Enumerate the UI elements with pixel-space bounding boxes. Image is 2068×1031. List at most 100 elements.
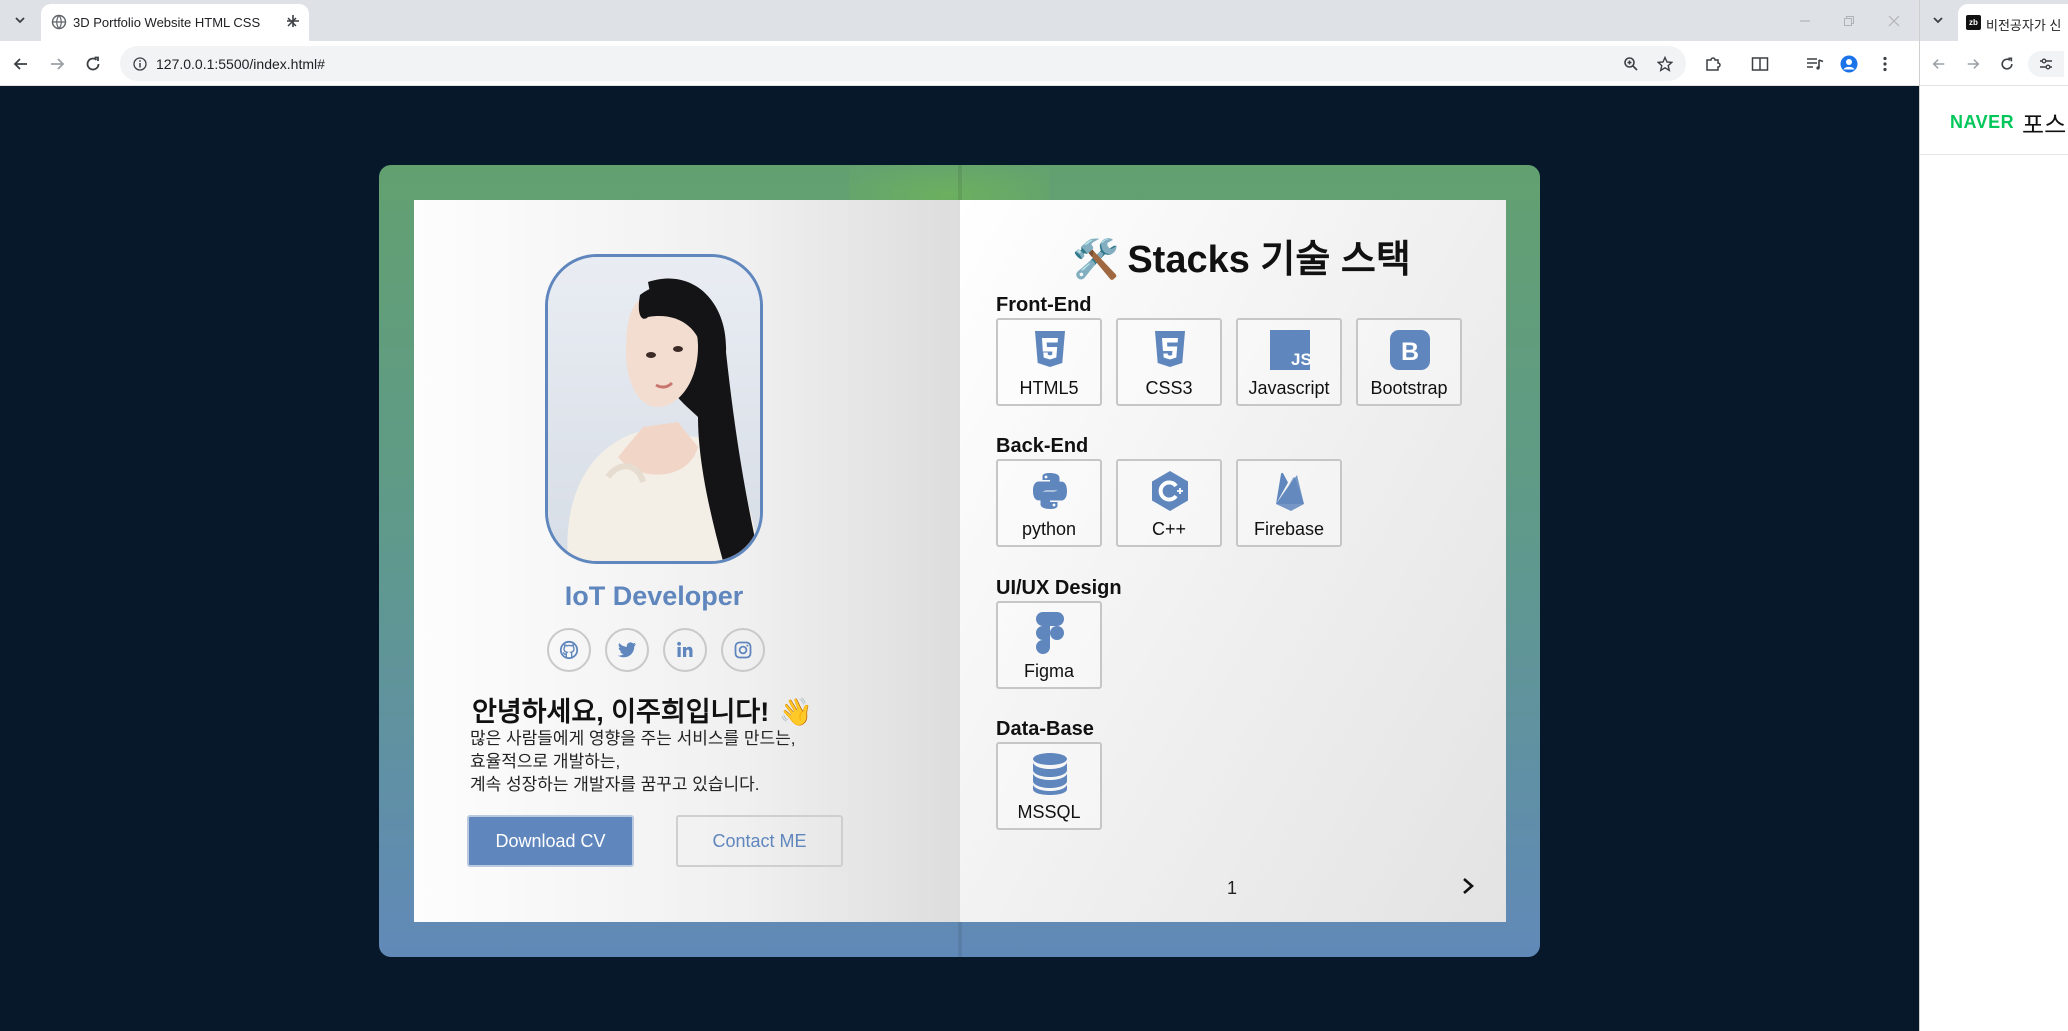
figma-icon: [1030, 611, 1070, 655]
profile-button[interactable]: [1836, 51, 1862, 77]
stacks-page: 🛠️ Stacks 기술 스택 Front-End HTML5 CSS3 JS …: [960, 200, 1506, 922]
minimize-button[interactable]: [1792, 8, 1818, 34]
bookmark-star-icon[interactable]: [1652, 51, 1678, 77]
portfolio-book: IoT Developer 안녕하세요, 이주희입니다! 👋 많은 사람들에게 …: [379, 165, 1540, 957]
tab-title: 3D Portfolio Website HTML CSS: [73, 15, 261, 30]
browser-window: 3D Portfolio Website HTML CSS 127.0.0.1:…: [0, 0, 1919, 1031]
reload-icon: [86, 56, 100, 71]
browser-toolbar: 127.0.0.1:5500/index.html#: [0, 41, 1919, 86]
instagram-icon: [734, 641, 752, 659]
download-cv-button[interactable]: Download CV: [467, 815, 634, 867]
firebase-icon: [1270, 469, 1310, 513]
close-window-button[interactable]: [1881, 8, 1907, 34]
naver-logo[interactable]: NAVER: [1950, 112, 2014, 133]
site-info-icon[interactable]: [2028, 51, 2064, 77]
forward-button[interactable]: [44, 51, 70, 77]
twitter-link[interactable]: [605, 628, 649, 672]
css3-icon: [1150, 328, 1190, 372]
tools-emoji: 🛠️: [1072, 239, 1120, 281]
site-info-icon[interactable]: [128, 52, 152, 76]
bootstrap-icon: B: [1390, 328, 1430, 372]
stack-card-figma: Figma: [996, 601, 1102, 689]
instagram-link[interactable]: [721, 628, 765, 672]
page-viewport: IoT Developer 안녕하세요, 이주희입니다! 👋 많은 사람들에게 …: [0, 87, 1919, 1031]
javascript-icon: JS: [1270, 328, 1310, 372]
new-tab-button[interactable]: [280, 8, 306, 34]
tab-active[interactable]: zb 비전공자가 신: [1958, 4, 2068, 41]
back-button[interactable]: [1926, 51, 1952, 77]
html5-icon: [1030, 328, 1070, 372]
stack-label: Figma: [1023, 661, 1074, 681]
browser-toolbar: [1920, 41, 2068, 86]
tab-search-button[interactable]: [1926, 8, 1950, 32]
reading-mode-button[interactable]: [1747, 51, 1773, 77]
back-button[interactable]: [8, 51, 34, 77]
forward-button[interactable]: [1960, 51, 1986, 77]
tab-search-button[interactable]: [8, 8, 32, 32]
restore-icon: [1844, 16, 1854, 26]
stack-label: Bootstrap: [1370, 378, 1448, 398]
cplusplus-icon: [1150, 469, 1190, 513]
avatar-icon: [1840, 55, 1858, 73]
restore-button[interactable]: [1836, 8, 1862, 34]
section-title-frontend: Front-End: [996, 294, 1092, 316]
page-number: 1: [1227, 878, 1238, 898]
section-title-uiux: UI/UX Design: [996, 577, 1122, 599]
stack-card-firebase: Firebase: [1236, 459, 1342, 547]
kebab-menu-icon: [1883, 56, 1887, 72]
wave-emoji: 👋: [779, 697, 813, 727]
database-icon: [1030, 752, 1070, 796]
stack-card-python: python: [996, 459, 1102, 547]
section-title-backend: Back-End: [996, 435, 1089, 457]
plus-icon: [287, 15, 299, 27]
greeting-text: 안녕하세요, 이주희입니다!: [472, 697, 770, 727]
reload-button[interactable]: [1994, 51, 2020, 77]
naver-blog-header: NAVER 포스: [1920, 87, 2068, 155]
stack-label: C++: [1151, 519, 1187, 539]
close-icon: [1888, 15, 1900, 27]
contact-me-button[interactable]: Contact ME: [676, 815, 843, 867]
stack-label: MSSQL: [1017, 802, 1081, 822]
extensions-button[interactable]: [1700, 51, 1726, 77]
python-icon: [1030, 469, 1070, 513]
chevron-down-icon: [15, 17, 25, 24]
arrow-right-icon: [51, 58, 65, 70]
stack-card-mssql: MSSQL: [996, 742, 1102, 830]
media-control-button[interactable]: [1802, 51, 1828, 77]
zoom-icon[interactable]: [1618, 51, 1644, 77]
stacks-title-text: Stacks 기술 스택: [1127, 239, 1411, 281]
post-title: 포스: [2022, 112, 2067, 139]
arrow-left-icon: [13, 58, 27, 70]
intro-line: 많은 사람들에게 영향을 주는 서비스를 만드는,: [470, 729, 796, 748]
stack-card-html5: HTML5: [996, 318, 1102, 406]
stack-label: CSS3: [1145, 378, 1193, 398]
greeting-heading: 안녕하세요, 이주희입니다! 👋: [472, 690, 813, 729]
tab-strip: 3D Portfolio Website HTML CSS: [0, 0, 1919, 41]
profile-photo: [545, 254, 763, 564]
arrow-right-icon: [1967, 59, 1980, 69]
reload-button[interactable]: [80, 51, 106, 77]
linkedin-link[interactable]: [663, 628, 707, 672]
role-title: IoT Developer: [564, 581, 744, 611]
social-links: [547, 628, 767, 674]
next-page-button[interactable]: [1455, 873, 1481, 899]
stack-card-cplusplus: C++: [1116, 459, 1222, 547]
stack-card-javascript: JS Javascript: [1236, 318, 1342, 406]
stack-card-css3: CSS3: [1116, 318, 1222, 406]
chevron-right-icon: [1463, 878, 1474, 894]
secondary-browser-window: zb 비전공자가 신 NAVER 포스: [1919, 0, 2068, 1031]
menu-button[interactable]: [1872, 51, 1898, 77]
address-bar[interactable]: 127.0.0.1:5500/index.html#: [120, 46, 1686, 81]
intro-line: 효율적으로 개발하는,: [470, 752, 621, 771]
tab-active[interactable]: 3D Portfolio Website HTML CSS: [41, 4, 309, 41]
globe-icon: [51, 14, 67, 30]
playlist-icon: [1807, 58, 1824, 70]
stack-label: python: [1021, 519, 1077, 539]
puzzle-icon: [1706, 57, 1721, 71]
linkedin-icon: [677, 641, 693, 657]
svg-text:B: B: [1401, 338, 1419, 366]
github-link[interactable]: [547, 628, 591, 672]
tab-title: 비전공자가 신: [1986, 18, 2062, 33]
arrow-left-icon: [1932, 59, 1945, 69]
book-icon: [1751, 57, 1769, 71]
